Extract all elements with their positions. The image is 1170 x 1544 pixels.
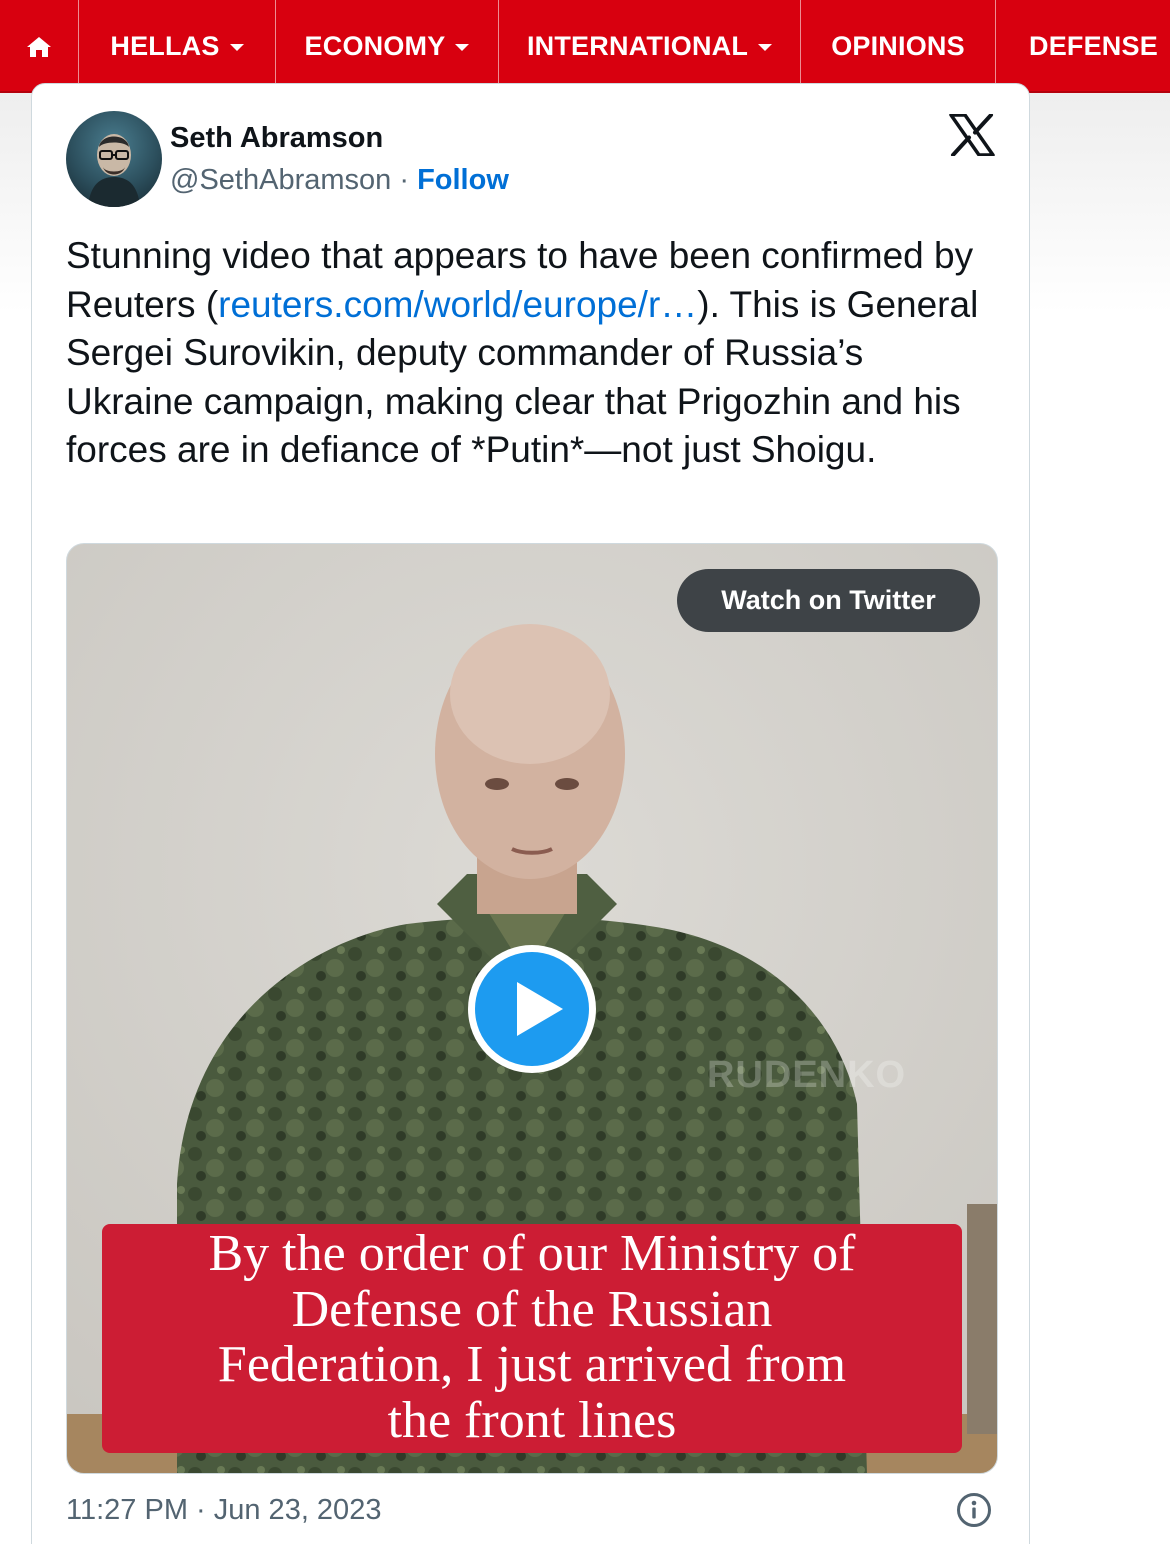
nav-item-opinions[interactable]: OPINIONS (801, 0, 996, 93)
watch-on-twitter-button[interactable]: Watch on Twitter (677, 569, 980, 632)
nav-item-label: HELLAS (110, 31, 220, 61)
caption-line: By the order of our Ministry of (208, 1225, 856, 1282)
nav-item-hellas[interactable]: HELLAS (79, 0, 276, 93)
nav-item-defense[interactable]: DEFENSE (996, 0, 1170, 93)
author-handle-row: @SethAbramson · Follow (170, 164, 509, 197)
avatar-portrait (88, 134, 140, 207)
tweet-card: Seth Abramson @SethAbramson · Follow Stu… (31, 83, 1030, 1544)
top-nav: HELLAS ECONOMY INTERNATIONAL OPINIONS DE… (0, 0, 1170, 93)
author-handle[interactable]: @SethAbramson (170, 164, 391, 196)
tweet-timestamp[interactable]: 11:27 PM · Jun 23, 2023 (66, 1494, 381, 1527)
tweet-link[interactable]: reuters.com/world/europe/r… (218, 284, 697, 325)
caption-line: Federation, I just arrived from (217, 1336, 847, 1393)
author-name[interactable]: Seth Abramson (170, 122, 383, 155)
home-button[interactable] (0, 0, 79, 93)
info-icon[interactable] (956, 1492, 992, 1528)
caption-line: Defense of the Russian (291, 1280, 773, 1338)
caption-line: the front lines (387, 1391, 677, 1449)
avatar[interactable] (66, 111, 162, 207)
follow-link[interactable]: Follow (417, 164, 509, 196)
video-preview[interactable]: RUDENKO Watch on Twitter By the order of… (66, 543, 998, 1474)
nav-item-label: OPINIONS (831, 31, 965, 61)
chevron-down-icon (229, 44, 244, 51)
nav-item-economy[interactable]: ECONOMY (276, 0, 499, 93)
home-icon (27, 36, 51, 57)
nav-item-label: DEFENSE (1029, 31, 1158, 61)
video-caption: By the order of our Ministry of Defense … (102, 1224, 962, 1453)
video-watermark: RUDENKO (707, 1054, 907, 1096)
tweet-text: Stunning video that appears to have been… (66, 232, 996, 475)
play-icon[interactable] (465, 942, 599, 1076)
nav-item-international[interactable]: INTERNATIONAL (499, 0, 801, 93)
nav-item-label: ECONOMY (304, 31, 446, 61)
nav-item-label: INTERNATIONAL (526, 31, 749, 61)
x-logo-icon[interactable] (949, 114, 995, 156)
chevron-down-icon (758, 44, 773, 51)
separator: · (391, 164, 418, 196)
chevron-down-icon (455, 44, 470, 51)
